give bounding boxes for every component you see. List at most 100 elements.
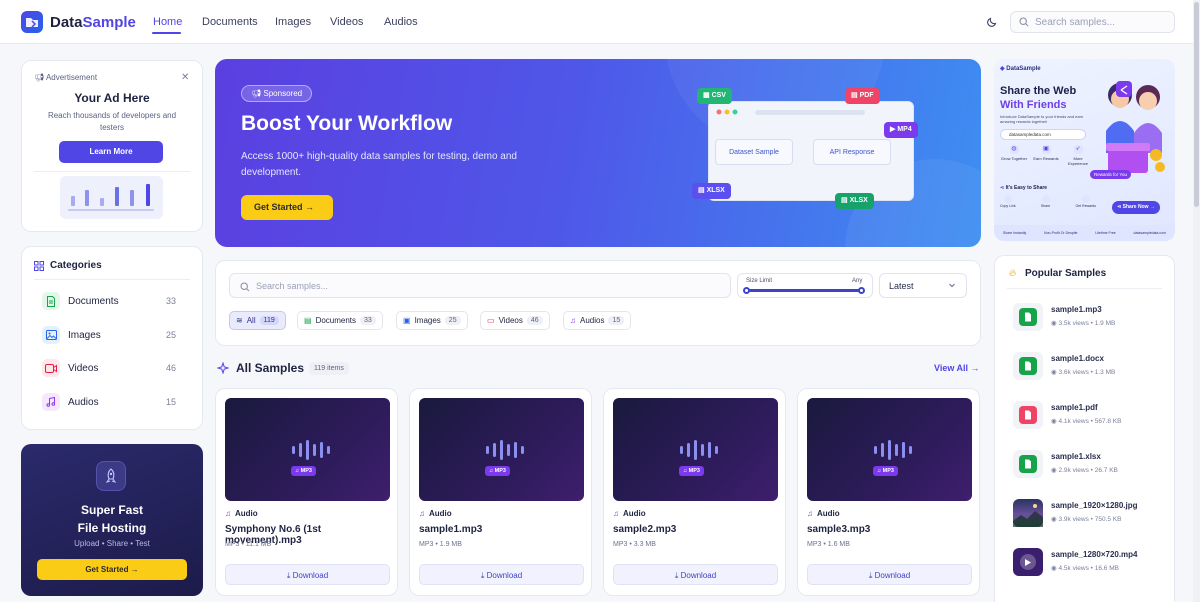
nav-active-indicator <box>152 32 181 34</box>
sample-name[interactable]: sample1.mp3 <box>419 524 482 535</box>
banner-link[interactable]: datasampledata.com <box>1000 129 1086 140</box>
sample-card[interactable]: ♫ MP3 ♫ Audio sample2.mp3 MP3 • 3.3 MB ⤓ … <box>603 388 786 596</box>
hosting-title-line-2: File Hosting <box>77 521 147 535</box>
category-audios[interactable]: Audios 15 <box>34 389 190 415</box>
filter-pill-images[interactable]: ▣ Images 25 <box>396 311 468 330</box>
samples-search-input[interactable]: Search samples... <box>229 273 731 298</box>
pill-label: Audios <box>580 316 605 325</box>
step-share: Share <box>1041 195 1050 208</box>
pdf-tag-text: PDF <box>859 92 874 99</box>
brand-name[interactable]: DataSample <box>50 14 136 31</box>
video-thumbnail <box>1013 548 1043 576</box>
share-banner[interactable]: ◆ DataSample Share the Web With Friends … <box>994 59 1175 241</box>
gift-icon: ▣ <box>1041 145 1051 154</box>
music-icon: ♫ <box>807 509 813 518</box>
filter-pill-audios[interactable]: ♫ Audios 15 <box>563 311 632 330</box>
xlsx-tag-2-text: XLSX <box>849 197 868 204</box>
sample-card[interactable]: ♫ MP3 ♫ Audio sample3.mp3 MP3 • 1.6 MB ⤓ … <box>797 388 980 596</box>
category-images[interactable]: Images 25 <box>34 322 190 348</box>
sample-name[interactable]: sample3.mp3 <box>807 524 870 535</box>
pill-count: 25 <box>444 316 461 325</box>
pill-count: 33 <box>360 316 376 325</box>
nav-videos[interactable]: Videos <box>330 16 363 28</box>
xlsx-tag-2: ▤ XLSX <box>835 193 874 209</box>
video-icon: ▭ <box>487 316 495 325</box>
ad-label-text: Advertisement <box>45 73 98 82</box>
hero-get-started-button[interactable]: Get Started → <box>241 195 333 220</box>
chevron-down-icon <box>947 280 957 290</box>
rocket-icon <box>96 461 126 491</box>
file-icon <box>1013 352 1043 380</box>
popular-item[interactable]: sample1.docx ◉ 3.6k views • 1.3 MB <box>1013 349 1163 383</box>
people-illustration <box>1094 71 1172 181</box>
nav-documents[interactable]: Documents <box>202 16 258 28</box>
sample-card[interactable]: ♫ MP3 ♫ Audio Symphony No.6 (1st movement… <box>215 388 398 596</box>
category-label: Images <box>68 330 101 341</box>
ad-title: Your Ad Here <box>74 91 150 105</box>
file-icon <box>1013 401 1043 429</box>
popular-item[interactable]: sample1.pdf ◉ 4.1k views • 567.8 KB <box>1013 398 1163 432</box>
nav-images[interactable]: Images <box>275 16 311 28</box>
dark-mode-toggle-icon[interactable] <box>986 16 998 28</box>
nav-audios[interactable]: Audios <box>384 16 418 28</box>
download-button[interactable]: ⤓ Download <box>613 564 778 585</box>
xlsx-tag-text: XLSX <box>706 187 725 194</box>
category-documents[interactable]: Documents 33 <box>34 288 190 314</box>
slider-handle-min[interactable] <box>743 287 750 294</box>
popular-item[interactable]: sample1.xlsx ◉ 2.9k views • 26.7 KB <box>1013 447 1163 481</box>
download-button[interactable]: ⤓ Download <box>225 564 390 585</box>
brand-part-2: Sample <box>82 14 136 31</box>
view-all-link[interactable]: View All → <box>934 363 980 373</box>
sample-card[interactable]: ♫ MP3 ♫ Audio sample1.mp3 MP3 • 1.9 MB ⤓ … <box>409 388 592 596</box>
sort-select[interactable]: Latest <box>879 273 967 298</box>
header-search-input[interactable]: Search samples... <box>1010 11 1175 33</box>
mock-api-response: API Response <box>813 139 891 165</box>
scrollbar-thumb[interactable] <box>1194 2 1199 207</box>
popular-item[interactable]: sample1.mp3 ◉ 3.5k views • 1.9 MB <box>1013 300 1163 334</box>
share-now-button[interactable]: ⋖ Share Now → <box>1112 201 1160 214</box>
filter-pill-documents[interactable]: ▤ Documents 33 <box>297 311 383 330</box>
music-icon: ♫ <box>419 509 425 518</box>
feature-grow: ◍ Grow Together <box>1000 143 1028 175</box>
download-button[interactable]: ⤓ Download <box>419 564 584 585</box>
file-icon <box>1013 303 1043 331</box>
banner-brand: ◆ DataSample <box>1000 65 1041 72</box>
step-share-text: Share <box>1040 204 1051 208</box>
filter-pill-videos[interactable]: ▭ Videos 46 <box>480 311 550 330</box>
arrow-right-icon: → <box>1148 204 1155 210</box>
download-button[interactable]: ⤓ Download <box>807 564 972 585</box>
popular-item[interactable]: sample_1280×720.mp4 ◉ 4.5k views • 16.6 … <box>1013 545 1163 579</box>
learn-more-button[interactable]: Learn More <box>59 141 163 163</box>
nav-home[interactable]: Home <box>153 16 182 28</box>
audio-thumbnail: ♫ MP3 <box>225 398 390 501</box>
step-get-rewards: Get Rewards <box>1076 195 1096 208</box>
hosting-get-started-button[interactable]: Get Started → <box>37 559 187 580</box>
ad-subtitle: Reach thousands of developers and tester… <box>47 111 177 132</box>
grid-icon <box>34 261 44 271</box>
pill-count: 46 <box>526 316 543 325</box>
size-slider-track[interactable] <box>746 289 862 292</box>
logo-icon[interactable] <box>21 11 43 33</box>
feature-earn-text: Earn Rewards <box>1033 156 1059 161</box>
page-scrollbar[interactable] <box>1193 0 1200 602</box>
popular-item-name: sample_1920×1280.jpg <box>1051 501 1138 510</box>
banner-footer: Share Instantly Non-Profit Or Despite Li… <box>994 225 1175 241</box>
sample-name[interactable]: sample2.mp3 <box>613 524 676 535</box>
document-icon: ▤ <box>304 316 312 325</box>
sample-meta: MP3 • 3.3 MB <box>613 541 656 548</box>
close-icon[interactable]: ✕ <box>181 72 189 83</box>
sparkle-icon <box>217 362 229 374</box>
size-limit-value: Any <box>852 278 863 284</box>
category-label: Audios <box>68 397 99 408</box>
size-limit-slider[interactable] <box>737 273 873 298</box>
popular-item[interactable]: sample_1920×1280.jpg ◉ 3.9k views • 750.… <box>1013 496 1163 530</box>
hosting-title-line-1: Super Fast <box>80 503 143 517</box>
step-copy-link: Copy Link <box>1000 195 1016 208</box>
music-icon: ♫ <box>225 509 231 518</box>
popular-item-size: 16.6 MB <box>1094 565 1119 572</box>
search-icon <box>1019 17 1029 27</box>
popular-item-name: sample_1280×720.mp4 <box>1051 550 1138 559</box>
category-videos[interactable]: Videos 46 <box>34 355 190 381</box>
slider-handle-max[interactable] <box>858 287 865 294</box>
filter-pill-all[interactable]: ≋ All 119 <box>229 311 286 330</box>
